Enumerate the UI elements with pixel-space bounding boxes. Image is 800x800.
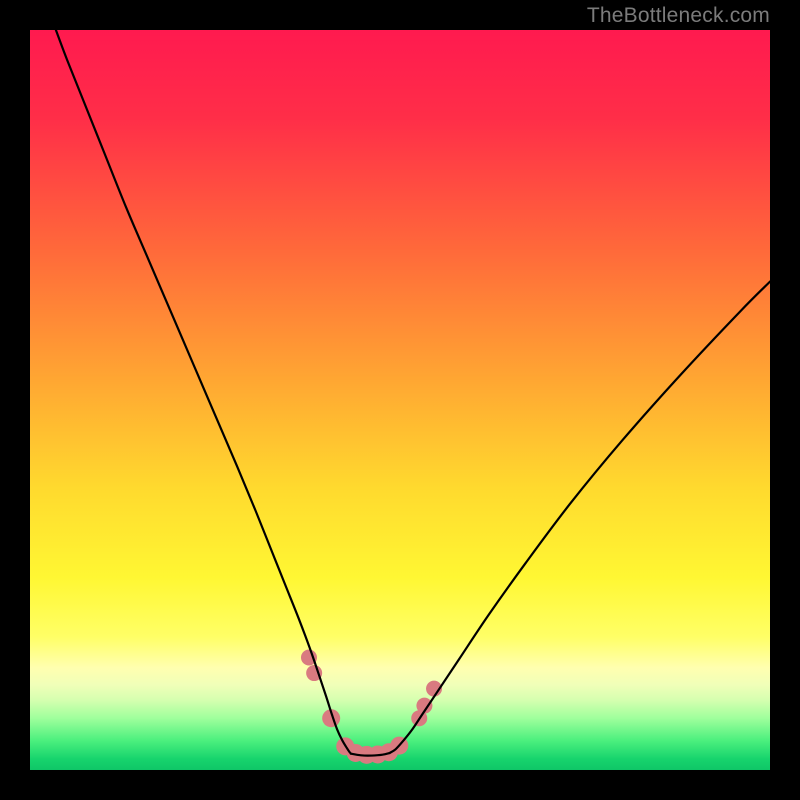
bottleneck-curve (56, 30, 770, 756)
chart-frame: TheBottleneck.com (0, 0, 800, 800)
curve-layer (30, 30, 770, 770)
valley-markers (301, 650, 442, 764)
plot-area (30, 30, 770, 770)
watermark-text: TheBottleneck.com (587, 4, 770, 28)
